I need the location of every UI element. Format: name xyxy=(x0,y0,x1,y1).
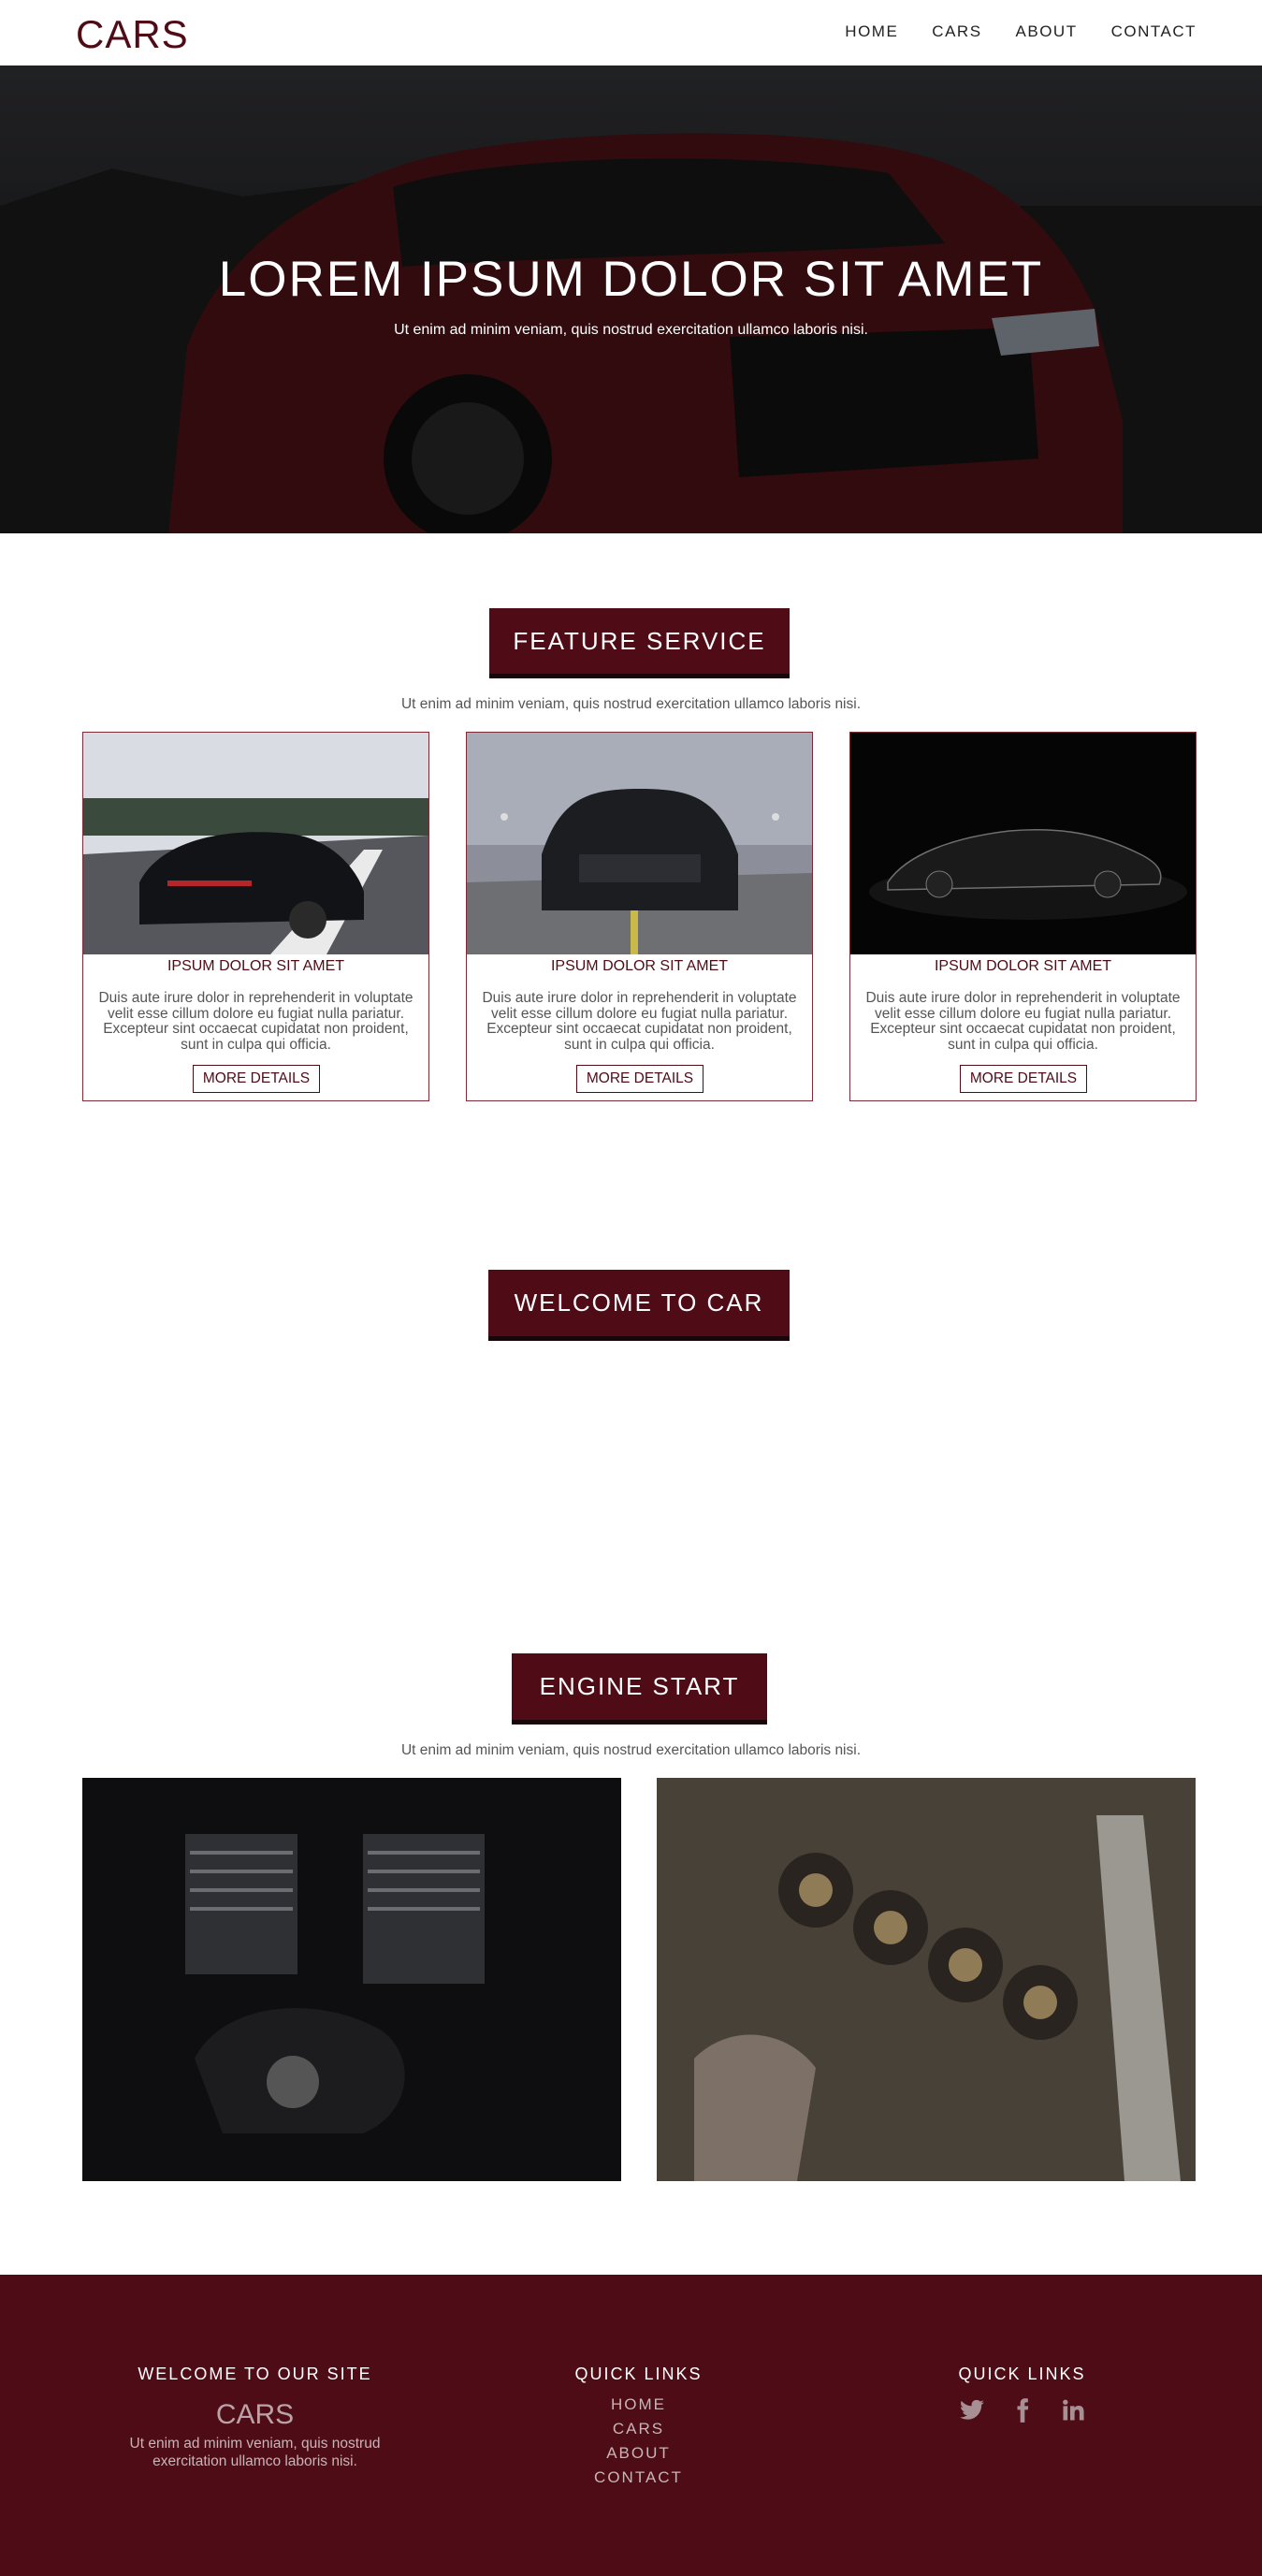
footer-link-list: HOME CARS ABOUT CONTACT xyxy=(524,2393,753,2490)
card-title: IPSUM DOLOR SIT AMET xyxy=(934,958,1112,974)
footer-link-home[interactable]: HOME xyxy=(524,2393,753,2417)
hero-subtitle: Ut enim ad minim veniam, quis nostrud ex… xyxy=(394,322,868,338)
footer-link-about[interactable]: ABOUT xyxy=(524,2441,753,2466)
feature-subtitle: Ut enim ad minim veniam, quis nostrud ex… xyxy=(400,696,862,712)
facebook-icon[interactable] xyxy=(1009,2397,1036,2423)
card-text: Duis aute irure dolor in reprehenderit i… xyxy=(98,990,413,1053)
footer-brand[interactable]: CARS xyxy=(94,2399,416,2431)
nav-item-about[interactable]: ABOUT xyxy=(1016,22,1078,41)
card-title: IPSUM DOLOR SIT AMET xyxy=(167,958,345,974)
card-text: Duis aute irure dolor in reprehenderit i… xyxy=(482,990,797,1053)
main-menu: HOME CARS ABOUT CONTACT xyxy=(845,22,1197,41)
footer-text: Ut enim ad minim veniam, quis nostrud ex… xyxy=(129,2436,381,2469)
card-text: Duis aute irure dolor in reprehenderit i… xyxy=(865,990,1181,1053)
footer-social-column: QUICK LINKS xyxy=(907,2365,1137,2423)
feature-service-heading: FEATURE SERVICE xyxy=(489,608,790,678)
more-details-button[interactable]: MORE DETAILS xyxy=(576,1065,704,1093)
more-details-button[interactable]: MORE DETAILS xyxy=(193,1065,320,1093)
footer-link-contact[interactable]: CONTACT xyxy=(524,2466,753,2490)
hero-banner: LOREM IPSUM DOLOR SIT AMET Ut enim ad mi… xyxy=(0,65,1262,533)
car-image xyxy=(850,733,1196,954)
hero-title: LOREM IPSUM DOLOR SIT AMET xyxy=(218,252,1044,307)
site-logo[interactable]: CARS xyxy=(76,12,189,57)
linkedin-icon[interactable] xyxy=(1060,2397,1086,2423)
footer-welcome-column: WELCOME TO OUR SITE CARS Ut enim ad mini… xyxy=(94,2365,416,2470)
twitter-icon[interactable] xyxy=(959,2397,985,2423)
footer-link-cars[interactable]: CARS xyxy=(524,2417,753,2441)
car-engine-image xyxy=(657,1778,1196,2181)
social-links xyxy=(907,2397,1137,2423)
nav-item-cars[interactable]: CARS xyxy=(932,22,981,41)
engine-subtitle: Ut enim ad minim veniam, quis nostrud ex… xyxy=(400,1742,862,1758)
car-image xyxy=(83,733,428,954)
top-navbar: CARS HOME CARS ABOUT CONTACT xyxy=(0,0,1262,65)
footer-links-heading: QUICK LINKS xyxy=(574,2365,703,2383)
welcome-heading: WELCOME TO CAR xyxy=(488,1270,790,1341)
feature-card: IPSUM DOLOR SIT AMET Duis aute irure dol… xyxy=(82,732,429,1101)
nav-item-home[interactable]: HOME xyxy=(845,22,898,41)
more-details-button[interactable]: MORE DETAILS xyxy=(960,1065,1087,1093)
footer-links-column: QUICK LINKS HOME CARS ABOUT CONTACT xyxy=(524,2365,753,2490)
feature-card: IPSUM DOLOR SIT AMET Duis aute irure dol… xyxy=(466,732,813,1101)
motorcycle-engine-image xyxy=(82,1778,621,2181)
footer-social-heading: QUICK LINKS xyxy=(958,2365,1086,2383)
engine-start-heading: ENGINE START xyxy=(512,1653,767,1725)
footer-welcome-heading: WELCOME TO OUR SITE xyxy=(138,2365,372,2383)
car-image xyxy=(467,733,812,954)
footer: WELCOME TO OUR SITE CARS Ut enim ad mini… xyxy=(0,2275,1262,2576)
feature-card: IPSUM DOLOR SIT AMET Duis aute irure dol… xyxy=(849,732,1197,1101)
nav-item-contact[interactable]: CONTACT xyxy=(1111,22,1197,41)
card-title: IPSUM DOLOR SIT AMET xyxy=(550,958,729,974)
